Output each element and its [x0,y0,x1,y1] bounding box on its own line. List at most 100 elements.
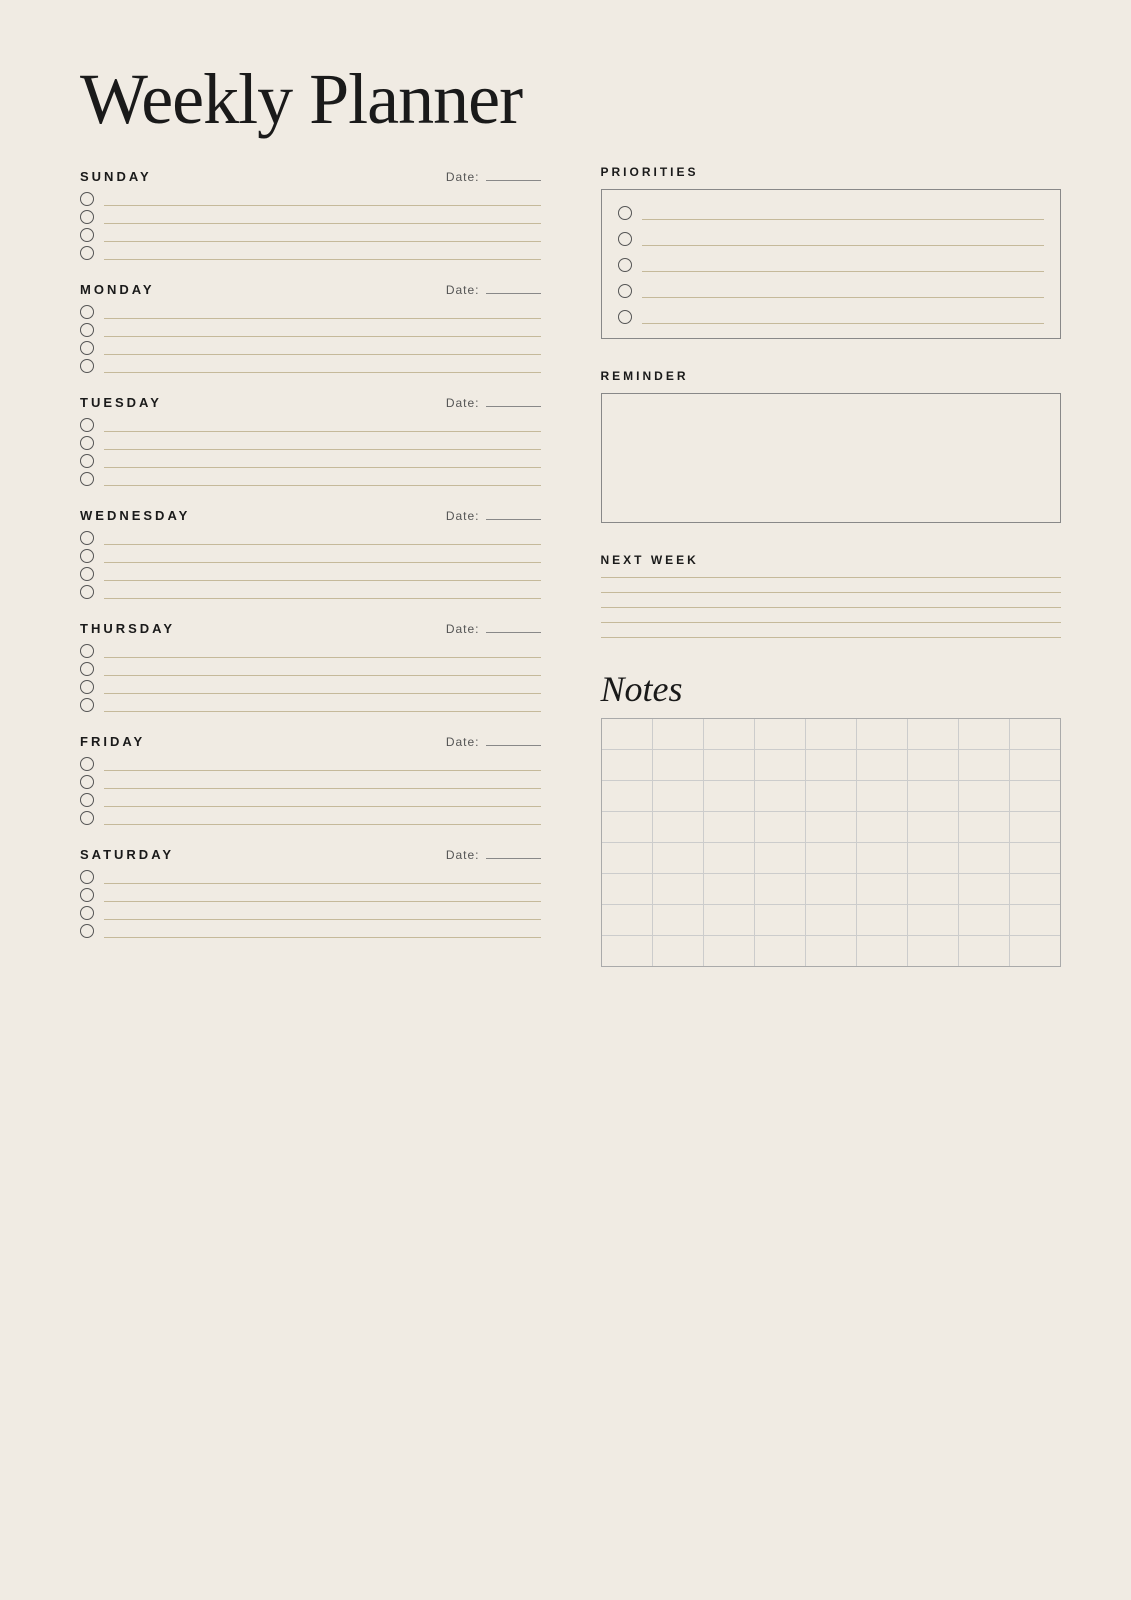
task-checkbox-icon[interactable] [80,472,94,486]
task-input-line[interactable] [104,757,541,771]
notes-grid-cell[interactable] [704,750,755,780]
notes-grid-cell[interactable] [704,812,755,842]
notes-grid-cell[interactable] [653,905,704,935]
notes-grid-cell[interactable] [755,750,806,780]
notes-grid-cell[interactable] [653,936,704,966]
task-input-line[interactable] [104,585,541,599]
task-input-line[interactable] [104,359,541,373]
notes-grid-cell[interactable] [1010,750,1060,780]
task-input-line[interactable] [104,192,541,206]
task-checkbox-icon[interactable] [80,436,94,450]
notes-grid-cell[interactable] [806,905,857,935]
notes-grid-cell[interactable] [806,750,857,780]
task-checkbox-icon[interactable] [80,246,94,260]
notes-grid-cell[interactable] [755,843,806,873]
priority-input-line[interactable] [642,206,1045,220]
task-checkbox-icon[interactable] [80,323,94,337]
notes-grid-cell[interactable] [1010,843,1060,873]
task-input-line[interactable] [104,924,541,938]
task-input-line[interactable] [104,454,541,468]
task-checkbox-icon[interactable] [80,585,94,599]
notes-grid-cell[interactable] [602,812,653,842]
notes-grid-cell[interactable] [908,812,959,842]
reminder-box[interactable] [601,393,1062,523]
task-checkbox-icon[interactable] [80,305,94,319]
task-checkbox-icon[interactable] [80,418,94,432]
notes-grid-cell[interactable] [857,936,908,966]
task-input-line[interactable] [104,662,541,676]
task-input-line[interactable] [104,418,541,432]
notes-grid-cell[interactable] [653,843,704,873]
notes-grid-cell[interactable] [602,719,653,749]
task-checkbox-icon[interactable] [80,793,94,807]
notes-grid-cell[interactable] [653,781,704,811]
notes-grid-cell[interactable] [1010,936,1060,966]
priority-checkbox-icon[interactable] [618,206,632,220]
task-checkbox-icon[interactable] [80,757,94,771]
notes-grid-cell[interactable] [806,812,857,842]
task-input-line[interactable] [104,210,541,224]
task-input-line[interactable] [104,436,541,450]
priority-checkbox-icon[interactable] [618,258,632,272]
notes-grid-cell[interactable] [857,874,908,904]
notes-grid-cell[interactable] [602,781,653,811]
notes-grid-cell[interactable] [755,905,806,935]
task-checkbox-icon[interactable] [80,210,94,224]
notes-grid-cell[interactable] [755,936,806,966]
task-input-line[interactable] [104,698,541,712]
notes-grid-cell[interactable] [908,719,959,749]
notes-grid-cell[interactable] [908,781,959,811]
notes-grid-cell[interactable] [704,843,755,873]
notes-grid-cell[interactable] [704,719,755,749]
notes-grid-cell[interactable] [602,750,653,780]
notes-grid-cell[interactable] [959,843,1010,873]
task-checkbox-icon[interactable] [80,192,94,206]
notes-grid-cell[interactable] [959,812,1010,842]
priority-input-line[interactable] [642,310,1045,324]
task-checkbox-icon[interactable] [80,924,94,938]
task-input-line[interactable] [104,323,541,337]
notes-grid-cell[interactable] [704,874,755,904]
task-checkbox-icon[interactable] [80,228,94,242]
task-checkbox-icon[interactable] [80,870,94,884]
task-input-line[interactable] [104,341,541,355]
task-checkbox-icon[interactable] [80,680,94,694]
notes-grid-cell[interactable] [908,936,959,966]
task-input-line[interactable] [104,793,541,807]
notes-grid-cell[interactable] [602,843,653,873]
notes-grid-cell[interactable] [959,874,1010,904]
notes-grid-cell[interactable] [704,905,755,935]
task-input-line[interactable] [104,888,541,902]
notes-grid-cell[interactable] [959,750,1010,780]
notes-grid-cell[interactable] [602,905,653,935]
task-input-line[interactable] [104,680,541,694]
notes-grid-cell[interactable] [704,936,755,966]
notes-grid-cell[interactable] [959,905,1010,935]
priority-input-line[interactable] [642,258,1045,272]
task-input-line[interactable] [104,472,541,486]
task-checkbox-icon[interactable] [80,341,94,355]
notes-grid-cell[interactable] [908,905,959,935]
task-input-line[interactable] [104,811,541,825]
notes-grid-cell[interactable] [857,750,908,780]
notes-grid-cell[interactable] [602,936,653,966]
notes-grid-cell[interactable] [653,874,704,904]
next-week-input-line[interactable] [601,577,1062,578]
next-week-input-line[interactable] [601,607,1062,608]
next-week-input-line[interactable] [601,637,1062,638]
date-line[interactable] [486,169,541,181]
task-input-line[interactable] [104,870,541,884]
next-week-input-line[interactable] [601,622,1062,623]
notes-grid-cell[interactable] [602,874,653,904]
notes-grid-cell[interactable] [1010,781,1060,811]
date-line[interactable] [486,282,541,294]
task-input-line[interactable] [104,531,541,545]
notes-grid-cell[interactable] [1010,905,1060,935]
task-input-line[interactable] [104,644,541,658]
task-checkbox-icon[interactable] [80,906,94,920]
notes-grid-cell[interactable] [704,781,755,811]
notes-grid-cell[interactable] [1010,719,1060,749]
notes-grid-cell[interactable] [806,874,857,904]
notes-grid-cell[interactable] [959,719,1010,749]
notes-grid-cell[interactable] [755,812,806,842]
